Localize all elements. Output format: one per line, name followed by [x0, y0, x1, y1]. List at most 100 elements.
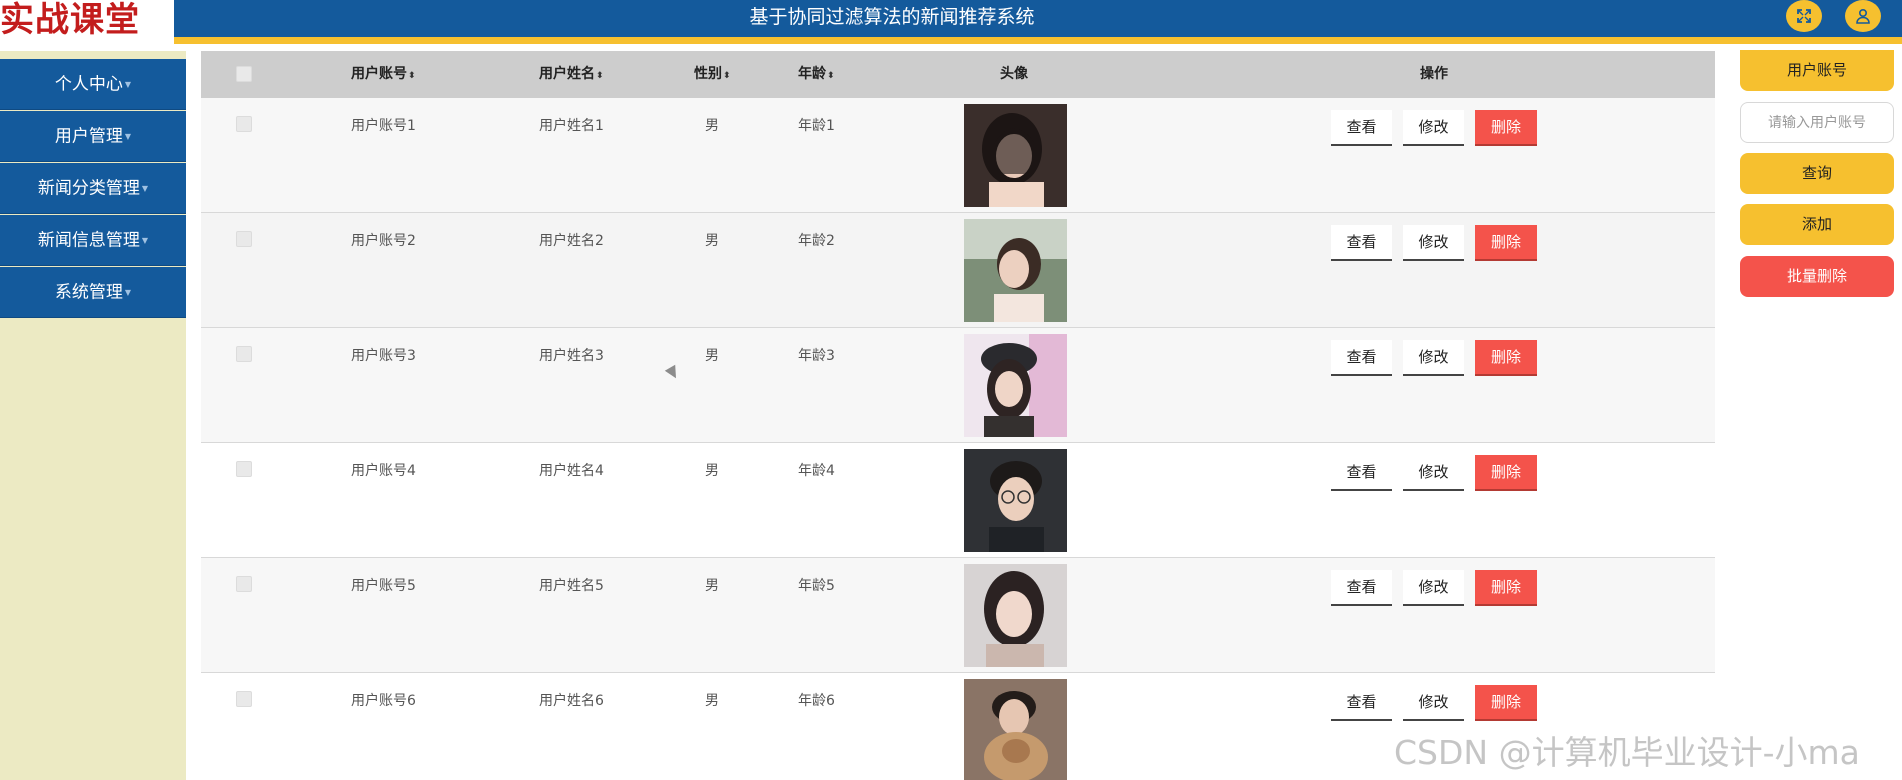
delete-button[interactable]: 删除	[1475, 570, 1537, 606]
view-button[interactable]: 查看	[1331, 110, 1392, 146]
column-label: 性别	[694, 66, 722, 82]
cell-age: 年龄3	[798, 348, 835, 364]
cell-account: 用户账号3	[351, 348, 416, 364]
cell-gender: 男	[705, 463, 719, 479]
edit-button[interactable]: 修改	[1403, 340, 1464, 376]
sort-icon: ⬍	[723, 71, 731, 81]
row-checkbox[interactable]	[236, 231, 252, 247]
watermark: CSDN @计算机毕业设计-小ma	[1394, 733, 1860, 772]
chevron-down-icon: ▼	[124, 132, 132, 141]
cell-account: 用户账号1	[351, 118, 416, 134]
sidebar-item-personal-center[interactable]: 个人中心 ▼	[0, 59, 186, 110]
cell-account: 用户账号6	[351, 693, 416, 709]
column-header-account[interactable]: 用户账号⬍	[351, 51, 416, 98]
row-checkbox[interactable]	[236, 691, 252, 707]
table-row: 用户账号4 用户姓名4 男 年龄4 查看 修改 删除	[201, 443, 1715, 558]
sidebar-item-label: 新闻信息管理	[37, 230, 140, 251]
avatar	[964, 449, 1067, 552]
sidebar-item-news-category[interactable]: 新闻分类管理 ▼	[0, 163, 186, 214]
table-row: 用户账号1 用户姓名1 男 年龄1 查看 修改 删除	[201, 98, 1715, 213]
cell-name: 用户姓名6	[539, 693, 604, 709]
cell-name: 用户姓名1	[539, 118, 604, 134]
query-button[interactable]: 查询	[1740, 153, 1894, 194]
cell-name: 用户姓名5	[539, 578, 604, 594]
edit-button[interactable]: 修改	[1403, 570, 1464, 606]
fullscreen-glyph	[1797, 9, 1811, 23]
avatar-photo	[964, 334, 1067, 437]
column-header-name[interactable]: 用户姓名⬍	[539, 51, 604, 98]
column-header-gender[interactable]: 性别⬍	[694, 51, 731, 98]
chevron-down-icon: ▼	[141, 236, 149, 245]
delete-button[interactable]: 删除	[1475, 225, 1537, 261]
table-row: 用户账号5 用户姓名5 男 年龄5 查看 修改 删除	[201, 558, 1715, 673]
row-checkbox[interactable]	[236, 576, 252, 592]
sort-icon: ⬍	[596, 71, 604, 81]
delete-button[interactable]: 删除	[1475, 685, 1537, 721]
top-header: 实战课堂 基于协同过滤算法的新闻推荐系统	[0, 0, 1902, 44]
avatar	[964, 334, 1067, 437]
delete-button[interactable]: 删除	[1475, 455, 1537, 491]
cell-gender: 男	[705, 118, 719, 134]
cell-name: 用户姓名3	[539, 348, 604, 364]
sidebar-item-news-info[interactable]: 新闻信息管理 ▼	[0, 215, 186, 266]
sidebar-item-label: 用户管理	[54, 126, 123, 147]
view-button[interactable]: 查看	[1331, 455, 1392, 491]
sidebar-item-user-management[interactable]: 用户管理 ▼	[0, 111, 186, 162]
select-all-checkbox[interactable]	[236, 66, 252, 82]
column-header-age[interactable]: 年龄⬍	[798, 51, 835, 98]
cell-account: 用户账号2	[351, 233, 416, 249]
user-icon[interactable]	[1845, 0, 1881, 32]
row-checkbox[interactable]	[236, 461, 252, 477]
sidebar-item-label: 系统管理	[54, 282, 123, 303]
avatar	[964, 679, 1067, 780]
column-label: 用户姓名	[539, 66, 595, 82]
account-search-input[interactable]	[1740, 102, 1894, 143]
view-button[interactable]: 查看	[1331, 340, 1392, 376]
avatar	[964, 564, 1067, 667]
user-table: 用户账号⬍ 用户姓名⬍ 性别⬍ 年龄⬍ 头像 操作 用户账号1 用户姓名1 男 …	[201, 51, 1715, 780]
cell-account: 用户账号5	[351, 578, 416, 594]
delete-button[interactable]: 删除	[1475, 340, 1537, 376]
row-checkbox[interactable]	[236, 346, 252, 362]
cell-account: 用户账号4	[351, 463, 416, 479]
row-checkbox[interactable]	[236, 116, 252, 132]
column-label: 用户账号	[351, 66, 407, 82]
column-label: 年龄	[798, 66, 826, 82]
edit-button[interactable]: 修改	[1403, 455, 1464, 491]
table-row: 用户账号2 用户姓名2 男 年龄2 查看 修改 删除	[201, 213, 1715, 328]
chevron-down-icon: ▼	[124, 288, 132, 297]
cell-age: 年龄5	[798, 578, 835, 594]
cell-age: 年龄2	[798, 233, 835, 249]
cell-gender: 男	[705, 233, 719, 249]
sidebar-item-system[interactable]: 系统管理 ▼	[0, 267, 186, 318]
chevron-down-icon: ▼	[141, 184, 149, 193]
column-header-avatar: 头像	[1000, 66, 1028, 82]
sort-icon: ⬍	[408, 71, 416, 81]
delete-button[interactable]: 删除	[1475, 110, 1537, 146]
cell-gender: 男	[705, 578, 719, 594]
avatar	[964, 219, 1067, 322]
add-button[interactable]: 添加	[1740, 204, 1894, 245]
cell-age: 年龄4	[798, 463, 835, 479]
edit-button[interactable]: 修改	[1403, 685, 1464, 721]
avatar	[964, 104, 1067, 207]
user-glyph	[1856, 8, 1870, 24]
sidebar: 个人中心 ▼ 用户管理 ▼ 新闻分类管理 ▼ 新闻信息管理 ▼ 系统管理 ▼	[0, 51, 186, 780]
cell-name: 用户姓名4	[539, 463, 604, 479]
avatar-photo	[964, 449, 1067, 552]
edit-button[interactable]: 修改	[1403, 225, 1464, 261]
avatar-photo	[964, 104, 1067, 207]
cell-age: 年龄1	[798, 118, 835, 134]
edit-button[interactable]: 修改	[1403, 110, 1464, 146]
avatar-photo	[964, 564, 1067, 667]
cell-name: 用户姓名2	[539, 233, 604, 249]
sidebar-item-label: 新闻分类管理	[37, 178, 140, 199]
view-button[interactable]: 查看	[1331, 570, 1392, 606]
chevron-down-icon: ▼	[124, 80, 132, 89]
view-button[interactable]: 查看	[1331, 685, 1392, 721]
cell-gender: 男	[705, 693, 719, 709]
batch-delete-button[interactable]: 批量删除	[1740, 256, 1894, 297]
fullscreen-icon[interactable]	[1786, 0, 1822, 32]
view-button[interactable]: 查看	[1331, 225, 1392, 261]
search-field-label: 用户账号	[1740, 50, 1894, 91]
